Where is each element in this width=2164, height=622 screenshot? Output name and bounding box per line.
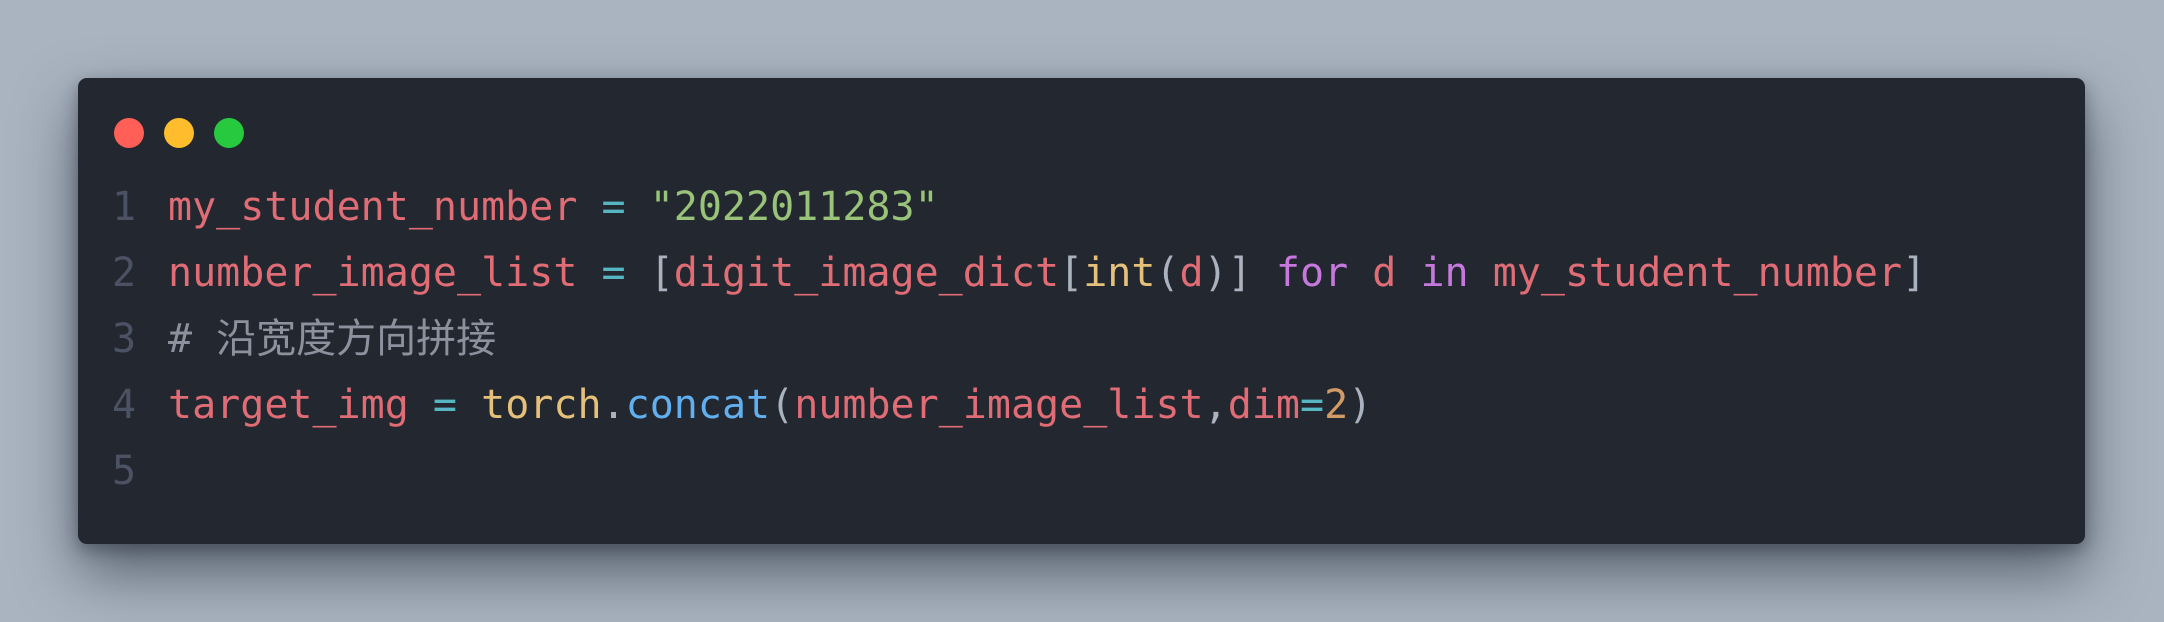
code-token: concat xyxy=(625,382,771,428)
code-line: 3 # 沿宽度方向拼接 xyxy=(0,306,2164,372)
code-text: number_image_list = [digit_image_dict[in… xyxy=(168,240,1926,306)
code-token: ] xyxy=(1227,250,1252,296)
code-token: digit_image_dict xyxy=(673,250,1060,296)
code-token: my_student_number xyxy=(1492,250,1903,296)
code-line: 1 my_student_number = "2022011283" xyxy=(0,174,2164,240)
code-token: ( xyxy=(770,382,795,428)
code-token: dim xyxy=(1227,382,1300,428)
code-token: for xyxy=(1275,250,1349,296)
line-number: 1 xyxy=(112,184,137,230)
line-number: 4 xyxy=(112,382,137,428)
code-token: 2 xyxy=(1324,382,1349,428)
code-token: = xyxy=(432,382,458,428)
code-token: torch xyxy=(481,382,602,428)
code-token: = xyxy=(601,184,626,230)
code-token: ( xyxy=(1155,250,1180,296)
minimize-dot-icon[interactable] xyxy=(164,118,194,148)
code-token: target_img xyxy=(168,382,409,428)
code-token: # 沿宽度方向拼接 xyxy=(168,316,497,362)
code-text: my_student_number = "2022011283" xyxy=(168,174,939,240)
code-text: target_img = torch.concat(number_image_l… xyxy=(168,372,1372,438)
code-token: [ xyxy=(649,250,674,296)
code-token: d xyxy=(1179,250,1204,296)
code-token: int xyxy=(1083,250,1156,296)
close-dot-icon[interactable] xyxy=(114,118,144,148)
code-token: [ xyxy=(1059,250,1084,296)
code-line: 2 number_image_list = [digit_image_dict[i… xyxy=(0,240,2164,306)
code-token: in xyxy=(1420,250,1469,296)
code-token: number_image_list xyxy=(168,250,578,296)
line-number: 3 xyxy=(112,316,137,362)
code-token: . xyxy=(601,382,626,428)
code-token: ) xyxy=(1348,382,1373,428)
code-token: my_student_number xyxy=(168,184,578,230)
line-number: 2 xyxy=(112,250,137,296)
zoom-dot-icon[interactable] xyxy=(214,118,244,148)
code-token: number_image_list xyxy=(794,382,1204,428)
code-token: d xyxy=(1372,250,1397,296)
code-editor: 1 my_student_number = "2022011283" 2 number… xyxy=(0,174,2164,504)
code-token: ] xyxy=(1902,250,1927,296)
code-token: "2022011283" xyxy=(649,184,939,230)
code-token: = xyxy=(601,250,626,296)
code-line: 5 xyxy=(0,438,2164,504)
code-token: = xyxy=(1299,382,1325,428)
code-text: # 沿宽度方向拼接 xyxy=(168,306,496,372)
code-token: ) xyxy=(1203,250,1228,296)
code-token: , xyxy=(1203,382,1228,428)
line-number: 5 xyxy=(112,448,137,494)
code-line: 4 target_img = torch.concat(number_image_… xyxy=(0,372,2164,438)
